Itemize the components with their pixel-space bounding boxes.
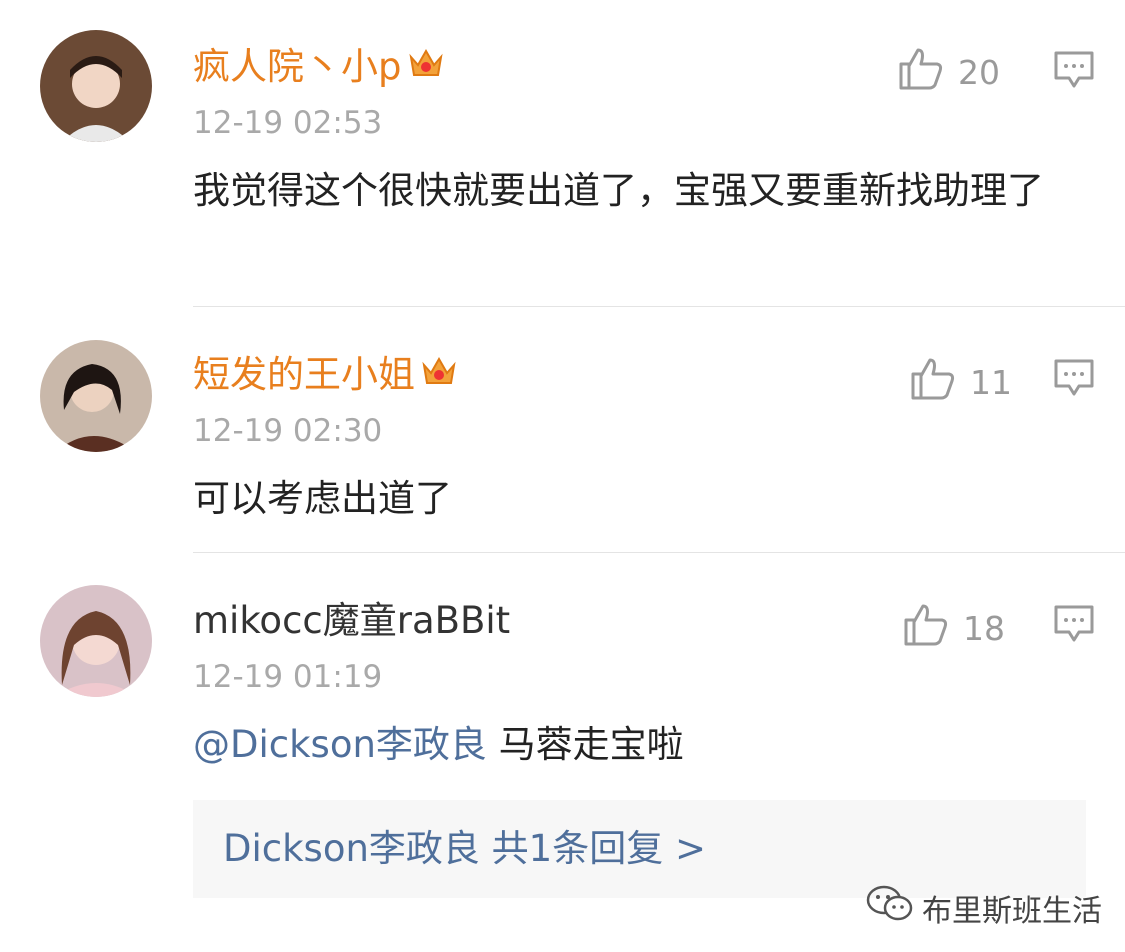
comment-icon[interactable]: [1053, 50, 1095, 94]
comment-text: @Dickson李政良 马蓉走宝啦: [193, 716, 1073, 774]
watermark-text: 布里斯班生活: [922, 894, 1102, 929]
comment-text: 可以考虑出道了: [193, 477, 452, 520]
thumbs-up-icon: [910, 356, 956, 408]
comment-text: 我觉得这个很快就要出道了，宝强又要重新找助理了: [193, 169, 1044, 212]
like-count: 18: [963, 608, 1005, 648]
watermark: 布里斯班生活: [866, 884, 1102, 932]
comment-icon[interactable]: [1053, 604, 1095, 648]
like-button[interactable]: 18: [903, 602, 1005, 654]
username[interactable]: 疯人院丶小p: [193, 44, 444, 92]
like-count: 20: [958, 52, 1000, 92]
comment-icon[interactable]: [1053, 358, 1095, 402]
comment-body: 马蓉走宝啦: [486, 723, 684, 766]
mention-link[interactable]: @Dickson李政良: [193, 723, 487, 766]
crown-vip-icon: [421, 354, 457, 400]
crown-vip-icon: [408, 46, 444, 92]
timestamp: 12-19 01:19: [193, 659, 383, 695]
avatar[interactable]: [40, 340, 152, 452]
thumbs-up-icon: [898, 46, 944, 98]
like-button[interactable]: 20: [898, 46, 1000, 98]
timestamp: 12-19 02:53: [193, 105, 383, 141]
avatar[interactable]: [40, 30, 152, 142]
sub-reply-label: Dickson李政良 共1条回复 >: [223, 827, 706, 870]
divider: [193, 306, 1125, 307]
divider: [193, 552, 1125, 553]
thumbs-up-icon: [903, 602, 949, 654]
like-count: 11: [970, 362, 1012, 402]
username[interactable]: mikocc魔童raBBit: [193, 598, 510, 644]
username[interactable]: 短发的王小姐: [193, 352, 457, 400]
like-button[interactable]: 11: [910, 356, 1012, 408]
wechat-icon: [866, 884, 914, 932]
timestamp: 12-19 02:30: [193, 413, 383, 449]
avatar[interactable]: [40, 585, 152, 697]
